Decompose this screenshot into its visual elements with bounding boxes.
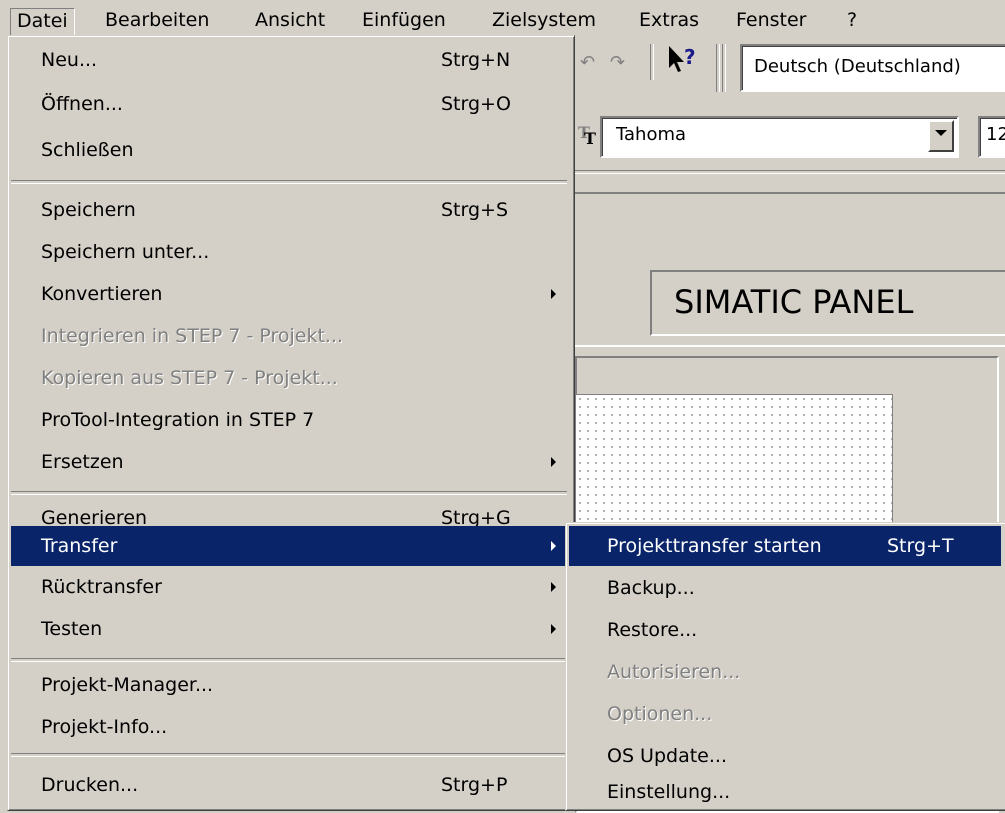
menu-item-label: Kopieren aus STEP 7 - Projekt... (41, 367, 338, 389)
toolbar-separator (650, 44, 654, 80)
menu-item-label: Projekttransfer starten (607, 535, 822, 557)
menu-separator (11, 658, 567, 662)
datei-menu: Neu... Strg+N Öffnen... Strg+O Schließen… (7, 35, 575, 811)
menu-separator (11, 491, 567, 495)
menu-item-label: Öffnen... (41, 93, 123, 115)
menu-item-shortcut: Strg+S (441, 199, 509, 221)
menu-item-testen[interactable]: Testen (11, 608, 567, 650)
menu-item-label: Projekt-Manager... (41, 674, 214, 696)
menu-einfuegen[interactable]: Einfügen (356, 7, 452, 33)
menu-item-label: Optionen... (607, 703, 713, 725)
menu-item-shortcut: Strg+P (441, 774, 508, 796)
truetype-font-icon: T T (578, 123, 600, 148)
menu-item-label: Rücktransfer (41, 576, 162, 598)
submenu-arrow-icon (551, 582, 556, 592)
menu-item-ersetzen[interactable]: Ersetzen (11, 441, 567, 483)
svg-text:?: ? (684, 45, 696, 69)
language-value: Deutsch (Deutschland) (754, 56, 961, 77)
menu-item-label: Testen (41, 618, 103, 640)
transfer-submenu: Projekttransfer starten Strg+T Backup...… (565, 522, 1005, 811)
submenu-item-backup[interactable]: Backup... (569, 567, 1001, 609)
menu-item-protool-integration[interactable]: ProTool-Integration in STEP 7 (11, 399, 567, 441)
menu-separator (11, 180, 567, 184)
menu-item-neu[interactable]: Neu... Strg+N (11, 39, 567, 81)
menu-item-oeffnen[interactable]: Öffnen... Strg+O (11, 83, 567, 125)
menu-item-label: Neu... (41, 49, 98, 71)
submenu-item-einstellung[interactable]: Einstellung... (569, 771, 1001, 813)
menu-item-label: ProTool-Integration in STEP 7 (41, 409, 315, 431)
menu-bar: Datei Bearbeiten Ansicht Einfügen Zielsy… (0, 0, 1005, 36)
menu-item-schliessen[interactable]: Schließen (11, 129, 567, 171)
font-value: Tahoma (616, 124, 687, 145)
menu-item-shortcut: Strg+O (441, 93, 511, 115)
menu-item-speichern-unter[interactable]: Speichern unter... (11, 231, 567, 273)
svg-text:T: T (584, 129, 596, 146)
submenu-item-restore[interactable]: Restore... (569, 609, 1001, 651)
menu-extras[interactable]: Extras (633, 7, 705, 33)
menu-item-kopieren: Kopieren aus STEP 7 - Projekt... (11, 357, 567, 399)
submenu-item-projekttransfer-starten[interactable]: Projekttransfer starten Strg+T (569, 526, 1001, 566)
menu-help[interactable]: ? (841, 7, 863, 33)
menu-item-projekt-info[interactable]: Projekt-Info... (11, 706, 567, 748)
menu-separator (11, 753, 567, 757)
menu-bearbeiten[interactable]: Bearbeiten (99, 7, 215, 33)
menu-item-label: Transfer (41, 535, 118, 557)
submenu-item-autorisieren: Autorisieren... (569, 651, 1001, 693)
menu-item-transfer[interactable]: Transfer (11, 526, 567, 566)
menu-item-ruecktransfer[interactable]: Rücktransfer (11, 566, 567, 608)
menu-item-label: Integrieren in STEP 7 - Projekt... (41, 325, 344, 347)
menu-item-label: Konvertieren (41, 283, 163, 305)
menu-item-konvertieren[interactable]: Konvertieren (11, 273, 567, 315)
toolbar-separator (716, 44, 720, 92)
menu-item-integrieren: Integrieren in STEP 7 - Projekt... (11, 315, 567, 357)
menu-item-label: Ersetzen (41, 451, 124, 473)
submenu-arrow-icon (551, 457, 556, 467)
menu-item-shortcut: Strg+N (441, 49, 511, 71)
panel-title: SIMATIC PANEL (650, 270, 1005, 336)
menu-item-label: Schließen (41, 139, 134, 161)
menu-item-label: Restore... (607, 619, 698, 641)
font-size-value: 12 (986, 124, 1005, 145)
menu-fenster[interactable]: Fenster (730, 7, 812, 33)
undo-icon[interactable]: ↶ (580, 52, 595, 73)
toolbar-bottom-separator (575, 170, 1005, 174)
menu-item-label: Backup... (607, 577, 695, 599)
submenu-arrow-icon (551, 624, 556, 634)
menu-item-label: Speichern unter... (41, 241, 210, 263)
toolbar-separator (722, 44, 726, 92)
font-size-combobox[interactable]: 12 (978, 116, 1005, 158)
menu-item-label: Einstellung... (607, 781, 731, 803)
whats-this-help-icon[interactable]: ? (666, 44, 706, 78)
menu-zielsystem[interactable]: Zielsystem (486, 7, 602, 33)
font-dropdown-button[interactable] (928, 120, 954, 152)
menu-item-label: Autorisieren... (607, 661, 741, 683)
menu-item-label: Projekt-Info... (41, 716, 168, 738)
redo-icon[interactable]: ↷ (610, 52, 625, 73)
font-combobox[interactable]: Tahoma (600, 116, 959, 158)
submenu-arrow-icon (551, 289, 556, 299)
menu-datei[interactable]: Datei (10, 8, 75, 36)
menu-item-label: Speichern (41, 199, 136, 221)
menu-item-speichern[interactable]: Speichern Strg+S (11, 189, 567, 231)
submenu-item-optionen: Optionen... (569, 693, 1001, 735)
menu-item-shortcut: Strg+T (887, 535, 954, 557)
language-combobox[interactable]: Deutsch (Deutschland) (740, 44, 1005, 92)
menu-ansicht[interactable]: Ansicht (249, 7, 331, 33)
screen-design-grid[interactable] (575, 394, 893, 526)
menu-item-projekt-manager[interactable]: Projekt-Manager... (11, 664, 567, 706)
submenu-arrow-icon (551, 541, 556, 551)
menu-item-label: Drucken... (41, 774, 139, 796)
menu-item-drucken[interactable]: Drucken... Strg+P (11, 764, 567, 806)
